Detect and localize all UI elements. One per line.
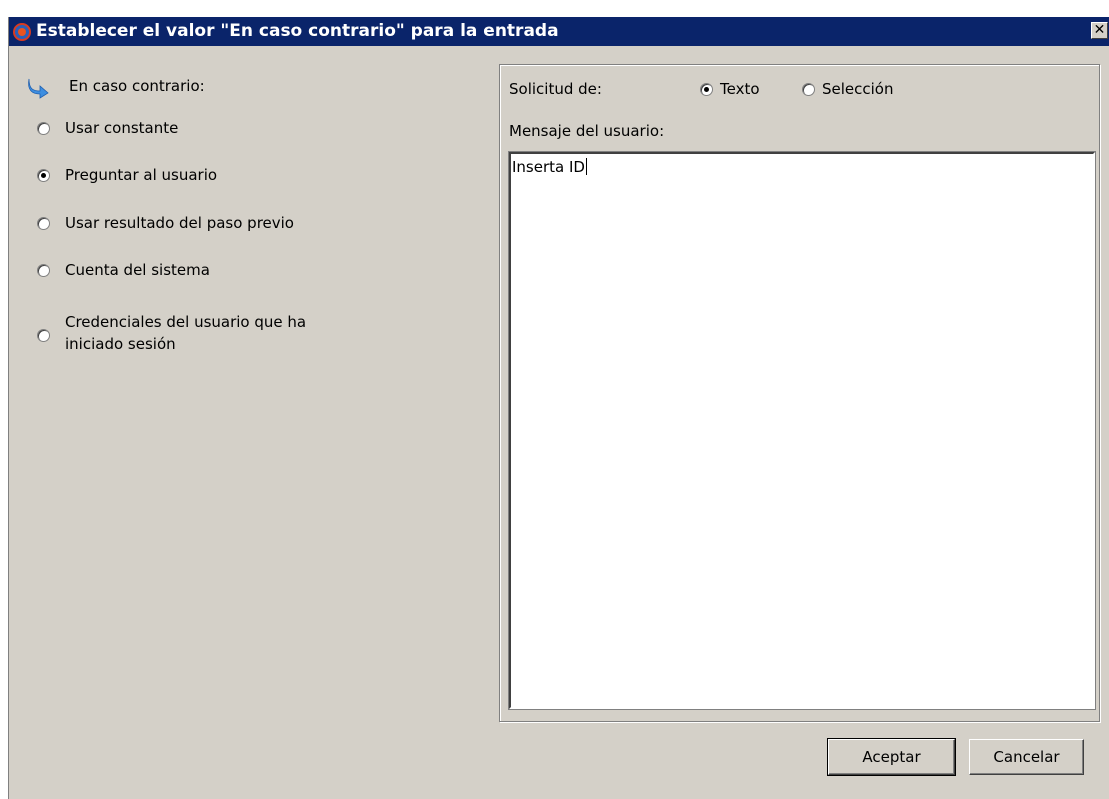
radio-ask-user[interactable]	[37, 169, 50, 182]
radio-previous-step-result[interactable]	[37, 217, 50, 230]
radio-logged-user-credentials[interactable]	[37, 329, 50, 342]
option-ask-user-label: Preguntar al usuario	[65, 166, 218, 184]
window-title: Establecer el valor "En caso contrario" …	[36, 21, 559, 41]
option-logged-user-credentials-label-line1: Credenciales del usuario que ha	[65, 313, 307, 331]
option-previous-step-result[interactable]: Usar resultado del paso previo	[37, 213, 337, 235]
option-system-account[interactable]: Cuenta del sistema	[37, 260, 257, 282]
prompt-settings-panel: Solicitud de: Texto Selección Mensaje de…	[499, 64, 1100, 722]
accept-button[interactable]: Aceptar	[827, 738, 956, 776]
fallback-header-label: En caso contrario:	[69, 77, 205, 95]
cancel-button[interactable]: Cancelar	[969, 739, 1084, 775]
option-system-account-label: Cuenta del sistema	[65, 261, 210, 279]
dialog-window: Establecer el valor "En caso contrario" …	[8, 17, 1109, 799]
request-type-label: Solicitud de:	[509, 80, 602, 98]
user-message-text: Inserta ID	[512, 158, 585, 176]
user-message-label: Mensaje del usuario:	[509, 122, 665, 140]
title-bar[interactable]: Establecer el valor "En caso contrario" …	[9, 17, 1109, 46]
option-logged-user-credentials[interactable]: Credenciales del usuario que ha iniciado…	[37, 312, 357, 360]
option-use-constant-label: Usar constante	[65, 119, 179, 137]
option-ask-user[interactable]: Preguntar al usuario	[37, 165, 257, 187]
radio-system-account[interactable]	[37, 264, 50, 277]
request-selection-option[interactable]: Selección	[802, 79, 912, 101]
option-use-constant[interactable]: Usar constante	[37, 118, 237, 140]
arrow-icon	[28, 78, 49, 99]
request-text-label: Texto	[720, 80, 760, 98]
radio-use-constant[interactable]	[37, 122, 50, 135]
request-text-option[interactable]: Texto	[700, 79, 782, 101]
close-icon: ✕	[1093, 22, 1106, 38]
text-caret	[585, 158, 587, 175]
user-message-textarea[interactable]: Inserta ID	[508, 151, 1096, 710]
option-previous-step-result-label: Usar resultado del paso previo	[65, 214, 294, 232]
request-selection-label: Selección	[822, 80, 894, 98]
option-logged-user-credentials-label-line2: iniciado sesión	[65, 335, 176, 353]
app-icon	[13, 23, 31, 41]
radio-request-text[interactable]	[700, 83, 713, 96]
close-button[interactable]: ✕	[1091, 22, 1108, 39]
radio-request-selection[interactable]	[802, 83, 815, 96]
